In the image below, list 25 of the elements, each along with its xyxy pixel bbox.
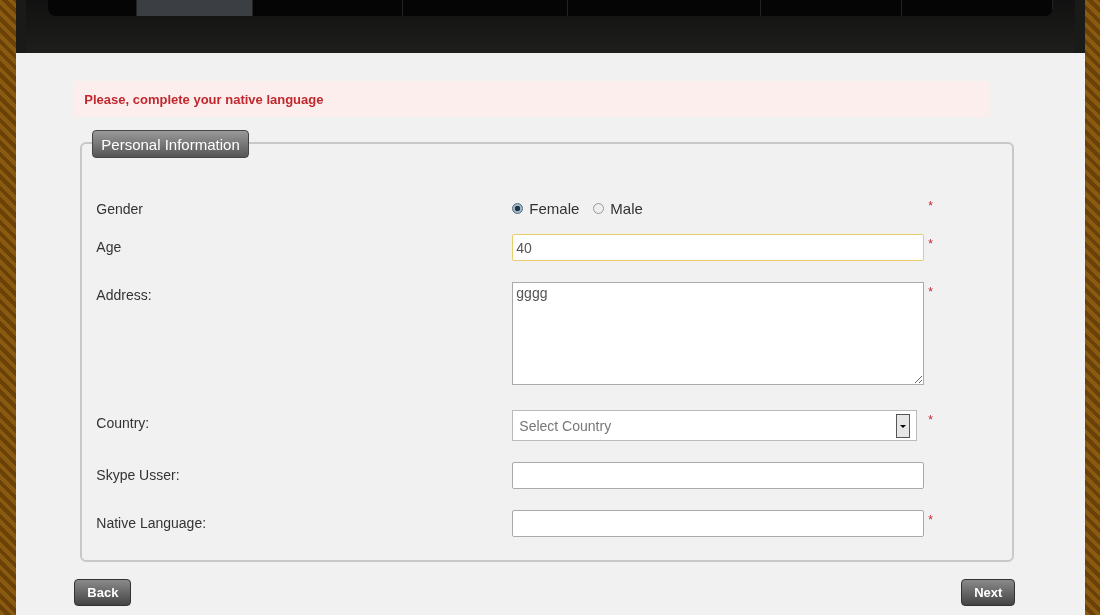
field-label: Address: [96,286,153,303]
required-asterisk: * [928,413,933,427]
field-label: Country: [96,414,151,431]
field-label: Skype Usser: [96,466,181,483]
field-label: Native Language: [96,514,208,531]
required-asterisk: * [928,237,933,251]
radio-option[interactable]: Female [512,200,580,217]
country-select[interactable]: Select Country [512,410,918,441]
back-button[interactable]: Back [74,579,132,606]
required-asterisk: * [928,513,933,527]
error-message: Please, complete your native language [84,91,324,107]
address-textarea[interactable]: gggg [512,282,925,385]
text-input[interactable] [512,510,925,537]
next-button[interactable]: Next [961,579,1016,606]
radio-icon[interactable] [512,203,524,214]
field-label: Gender [96,200,144,217]
required-asterisk: * [928,199,933,213]
radio-option[interactable]: Male [593,200,643,217]
nav-tab[interactable] [137,0,254,16]
text-input[interactable]: 40 [512,234,925,261]
required-asterisk: * [928,285,933,299]
section-legend: Personal Information [92,130,249,158]
radio-icon[interactable] [593,203,605,214]
field-label: Age [96,238,123,255]
text-input[interactable] [512,462,925,489]
